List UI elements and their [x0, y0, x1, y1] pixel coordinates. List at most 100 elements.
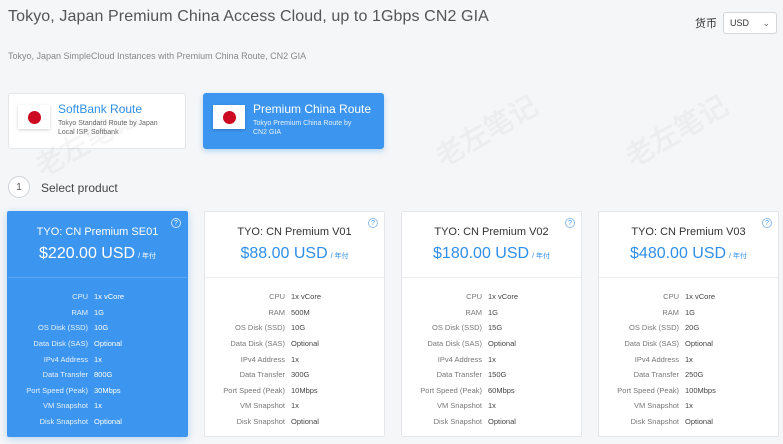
spec-row: RAM 1G	[8, 305, 187, 321]
billing-cycle: / 年付	[138, 253, 156, 260]
spec-label: Data Transfer	[239, 370, 285, 380]
spec-row: IPv4 Address 1x	[402, 351, 581, 367]
spec-row: Data Transfer 150G	[402, 367, 581, 383]
spec-row: RAM 500M	[205, 305, 384, 321]
spec-label: VM Snapshot	[633, 401, 679, 411]
spec-row: Disk Snapshot Optional	[8, 414, 187, 430]
billing-cycle: / 年付	[330, 253, 349, 260]
spec-value: 1x vCore	[685, 292, 716, 302]
product-card[interactable]: ? TYO: CN Premium V01 $88.00 USD / 年付 CPU 1x …	[204, 211, 385, 437]
spec-value: 1G	[94, 307, 105, 317]
help-icon[interactable]: ?	[762, 218, 772, 228]
spec-value: 10G	[291, 323, 306, 333]
spec-row: CPU 1x vCore	[402, 289, 581, 305]
spec-row: CPU 1x vCore	[8, 289, 187, 305]
spec-label: RAM	[268, 307, 285, 317]
spec-value: 800G	[94, 370, 113, 380]
spec-label: Disk Snapshot	[39, 417, 88, 427]
spec-value: 10G	[94, 323, 109, 333]
currency-select[interactable]: USD ⌄	[723, 12, 777, 34]
billing-cycle: / 年付	[729, 253, 747, 260]
product-card-header: TYO: CN Premium SE01 $220.00 USD / 年付	[8, 212, 187, 278]
product-name: TYO: CN Premium V01	[237, 226, 352, 238]
product-card[interactable]: ? TYO: CN Premium V03 $480.00 USD / 年付 CPU 1x…	[598, 211, 779, 437]
step-label: Select product	[41, 181, 118, 195]
spec-label: CPU	[466, 292, 482, 302]
spec-row: RAM 1G	[599, 305, 778, 321]
spec-label: Port Speed (Peak)	[223, 385, 285, 395]
spec-label: Data Transfer	[436, 370, 482, 380]
spec-label: IPv4 Address	[240, 354, 285, 364]
chevron-down-icon: ⌄	[762, 17, 770, 28]
spec-row: CPU 1x vCore	[599, 289, 778, 305]
spec-label: OS Disk (SSD)	[234, 323, 285, 333]
route-option-softbank[interactable]: SoftBank Route Tokyo Standard Route by J…	[8, 93, 186, 149]
spec-value: 60Mbps	[488, 385, 515, 395]
product-price: $180.00 USD	[433, 245, 530, 262]
spec-value: 30Mbps	[94, 385, 121, 395]
japan-flag-icon	[18, 105, 50, 129]
spec-label: RAM	[662, 307, 679, 317]
product-card[interactable]: ? TYO: CN Premium SE01 $220.00 USD / 年付 CPU 1…	[7, 211, 188, 437]
spec-value: Optional	[685, 339, 713, 349]
spec-row: VM Snapshot 1x	[205, 398, 384, 414]
help-icon[interactable]: ?	[171, 218, 181, 228]
product-price: $88.00 USD	[240, 245, 328, 262]
spec-label: OS Disk (SSD)	[37, 323, 88, 333]
spec-label: Data Transfer	[42, 370, 88, 380]
spec-list: CPU 1x vCore RAM 1G OS Disk (SSD) 10G Data Dis…	[8, 278, 187, 429]
spec-value: 20G	[685, 323, 700, 333]
spec-value: Optional	[291, 417, 319, 427]
spec-row: Data Disk (SAS) Optional	[599, 336, 778, 352]
spec-value: 1x	[685, 401, 693, 411]
product-price: $220.00 USD	[39, 245, 136, 262]
help-icon[interactable]: ?	[565, 218, 575, 228]
spec-value: 1x	[488, 401, 496, 411]
spec-row: Disk Snapshot Optional	[599, 414, 778, 430]
spec-label: OS Disk (SSD)	[628, 323, 679, 333]
spec-label: RAM	[465, 307, 482, 317]
spec-row: Data Disk (SAS) Optional	[402, 336, 581, 352]
product-card[interactable]: ? TYO: CN Premium V02 $180.00 USD / 年付 CPU 1x…	[401, 211, 582, 437]
route-option-premium-china[interactable]: Premium China Route Tokyo Premium China …	[203, 93, 384, 149]
spec-label: VM Snapshot	[42, 401, 88, 411]
step-number: 1	[8, 176, 30, 198]
spec-value: Optional	[291, 339, 319, 349]
spec-label: Data Disk (SAS)	[33, 339, 88, 349]
spec-value: Optional	[94, 417, 122, 427]
product-card-header: TYO: CN Premium V01 $88.00 USD / 年付	[205, 212, 384, 278]
watermark: 老左笔记	[618, 85, 735, 176]
spec-list: CPU 1x vCore RAM 1G OS Disk (SSD) 20G Data Dis…	[599, 278, 778, 429]
spec-label: Data Disk (SAS)	[230, 339, 285, 349]
spec-row: Disk Snapshot Optional	[205, 414, 384, 430]
spec-row: IPv4 Address 1x	[205, 351, 384, 367]
spec-value: 1x	[94, 401, 102, 411]
spec-value: 500M	[291, 307, 310, 317]
spec-row: OS Disk (SSD) 10G	[205, 320, 384, 336]
product-price: $480.00 USD	[630, 245, 727, 262]
currency-label: 货币	[695, 18, 717, 30]
spec-value: 1x	[291, 354, 299, 364]
spec-row: Data Transfer 800G	[8, 367, 187, 383]
spec-label: Data Disk (SAS)	[427, 339, 482, 349]
spec-value: 100Mbps	[685, 385, 716, 395]
spec-value: 1G	[685, 307, 696, 317]
spec-label: CPU	[72, 292, 88, 302]
spec-label: IPv4 Address	[634, 354, 679, 364]
spec-row: Port Speed (Peak) 60Mbps	[402, 383, 581, 399]
spec-value: 250G	[685, 370, 704, 380]
page-subtitle: Tokyo, Japan SimpleCloud Instances with …	[8, 51, 307, 61]
spec-label: CPU	[663, 292, 679, 302]
spec-label: Port Speed (Peak)	[26, 385, 88, 395]
spec-value: 300G	[291, 370, 310, 380]
help-icon[interactable]: ?	[368, 218, 378, 228]
spec-row: Data Disk (SAS) Optional	[205, 336, 384, 352]
spec-label: VM Snapshot	[239, 401, 285, 411]
spec-value: 1x vCore	[291, 292, 322, 302]
spec-row: Data Transfer 300G	[205, 367, 384, 383]
product-name: TYO: CN Premium V03	[631, 226, 746, 238]
product-card-header: TYO: CN Premium V02 $180.00 USD / 年付	[402, 212, 581, 278]
spec-label: CPU	[269, 292, 285, 302]
spec-label: IPv4 Address	[437, 354, 482, 364]
currency-selector-group: 货币 USD ⌄	[695, 12, 777, 34]
